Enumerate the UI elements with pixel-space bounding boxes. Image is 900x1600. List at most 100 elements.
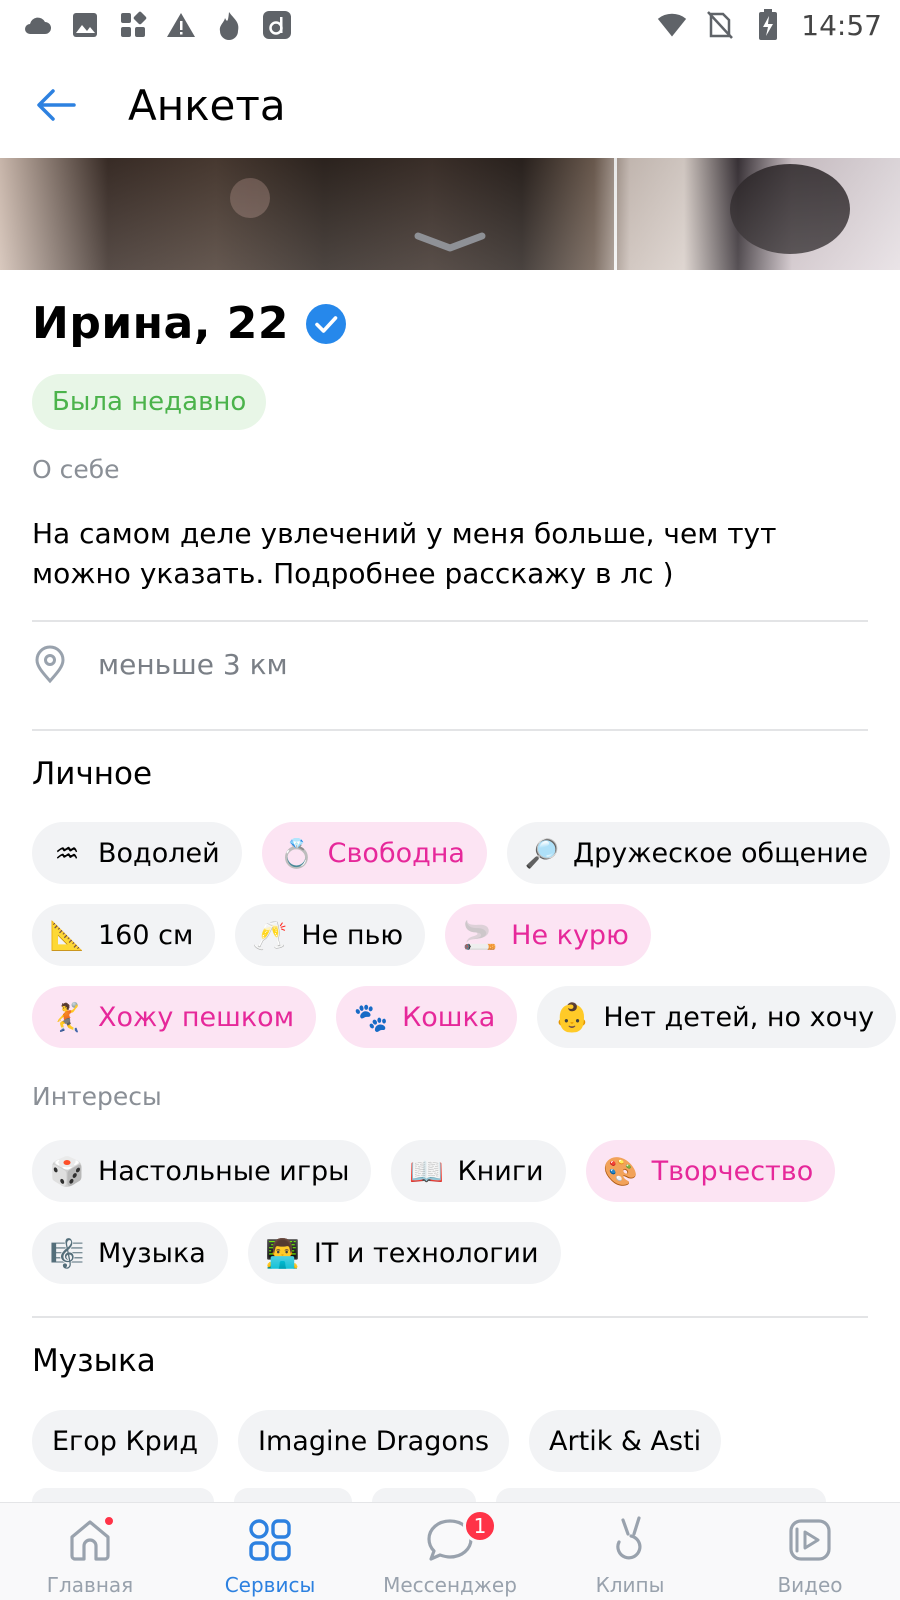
divider — [32, 729, 868, 731]
cloud-icon — [22, 10, 52, 40]
interest-chip[interactable]: 🎼 Музыка — [32, 1222, 228, 1284]
music-chips-row: Егор Крид Imagine Dragons Artik & Asti — [32, 1410, 722, 1472]
personal-chips-row-3: 🤾 Хожу пешком 🐾 Кошка 👶 Нет детей, но хо… — [32, 986, 897, 1048]
location-pin-icon — [35, 645, 65, 684]
personal-chip[interactable]: 🥂 Не пью — [235, 904, 426, 966]
video-icon — [783, 1513, 837, 1567]
personal-chip[interactable]: 👶 Нет детей, но хочу — [537, 986, 897, 1048]
chip-label: Не пью — [301, 919, 404, 951]
cigarette-icon: 🚬 — [462, 918, 498, 952]
chip-label: Настольные игры — [98, 1155, 350, 1187]
music-artist-chip-partial[interactable] — [234, 1488, 352, 1502]
apps-icon — [118, 10, 148, 40]
status-bar: 14:57 — [0, 0, 900, 50]
services-grid-icon — [243, 1513, 297, 1567]
back-button[interactable] — [26, 75, 86, 135]
profile-name-age: Ирина, 22 — [32, 298, 290, 349]
person-walking-icon: 🤾 — [49, 1000, 85, 1034]
tab-label: Сервисы — [224, 1573, 316, 1597]
music-section-title: Музыка — [32, 1343, 156, 1379]
home-icon — [63, 1513, 117, 1567]
interests-label: Интересы — [32, 1082, 162, 1111]
app-header: Анкета — [0, 62, 900, 148]
tab-messenger[interactable]: 1 Мессенджер — [360, 1503, 540, 1600]
wifi-icon — [657, 10, 687, 40]
battery-charging-icon — [753, 9, 783, 40]
dice-icon: 🎲 — [49, 1154, 85, 1188]
chip-label: Кошка — [402, 1001, 496, 1033]
image-icon — [70, 10, 100, 40]
chip-label: Нет детей, но хочу — [603, 1001, 875, 1033]
personal-chip[interactable]: 💍 Свободна — [261, 822, 487, 884]
tab-clips[interactable]: Клипы — [540, 1503, 720, 1600]
ruler-icon: 📐 — [49, 918, 85, 952]
personal-chips-row-2: 📐 160 см 🥂 Не пью 🚬 Не курю — [32, 904, 651, 966]
distance-text: меньше 3 км — [98, 647, 288, 681]
personal-chip[interactable]: ♒ Водолей — [32, 822, 242, 884]
music-artist-chip-partial[interactable] — [496, 1488, 826, 1502]
chevron-down-icon[interactable] — [412, 228, 488, 256]
chip-label: 160 см — [98, 919, 194, 951]
chip-label: Дружеское общение — [572, 837, 869, 869]
divider — [32, 620, 868, 622]
book-icon: 📖 — [409, 1154, 444, 1188]
verified-check-icon — [306, 303, 347, 344]
tab-video[interactable]: Видео — [720, 1503, 900, 1600]
chip-label: Водолей — [98, 837, 220, 869]
notification-dot — [103, 1515, 115, 1527]
palette-icon: 🎨 — [603, 1154, 639, 1188]
tab-label: Видео — [777, 1573, 843, 1597]
music-artist-chip[interactable]: Егор Крид — [32, 1410, 219, 1472]
interests-chips-row-1: 🎲 Настольные игры 📖 Книги 🎨 Творчество — [32, 1140, 836, 1202]
page-title: Анкета — [128, 80, 286, 130]
chip-label: Творчество — [651, 1155, 814, 1187]
online-status-badge: Была недавно — [32, 374, 267, 430]
ring-icon: 💍 — [279, 836, 315, 870]
glasses-icon: 🥂 — [252, 918, 288, 952]
personal-chips-row-1: ♒ Водолей 💍 Свободна 🔎 Дружеское общение — [32, 822, 891, 884]
personal-chip[interactable]: 📐 160 см — [32, 904, 216, 966]
status-bar-notifications — [22, 10, 292, 40]
paw-icon: 🐾 — [353, 1000, 389, 1034]
interest-chip[interactable]: 🎲 Настольные игры — [32, 1140, 372, 1202]
about-text: На самом деле увлечений у меня больше, ч… — [32, 517, 777, 590]
interest-chip[interactable]: 👨‍💻 IT и технологии — [247, 1222, 561, 1284]
tab-label: Главная — [46, 1573, 134, 1597]
clips-icon — [603, 1513, 657, 1567]
chip-label: Книги — [457, 1155, 544, 1187]
status-bar-system: 14:57 — [657, 9, 882, 42]
unread-badge: 1 — [463, 1509, 497, 1543]
personal-chip[interactable]: 🤾 Хожу пешком — [32, 986, 317, 1048]
music-artist-chip[interactable]: Imagine Dragons — [238, 1410, 510, 1472]
flame-icon — [214, 10, 244, 40]
music-artist-chip[interactable]: Artik & Asti — [529, 1410, 722, 1472]
messenger-icon: 1 — [423, 1509, 497, 1567]
profile-name-row: Ирина, 22 — [32, 298, 347, 349]
arrow-left-icon — [37, 89, 76, 121]
music-artist-chip-partial[interactable] — [372, 1488, 476, 1502]
personal-chip[interactable]: 🚬 Не курю — [445, 904, 651, 966]
technologist-icon: 👨‍💻 — [265, 1236, 301, 1270]
chip-label: Музыка — [98, 1237, 206, 1269]
tab-services[interactable]: Сервисы — [180, 1503, 360, 1600]
about-label: О себе — [32, 455, 120, 484]
tab-label: Клипы — [595, 1573, 665, 1597]
personal-chip[interactable]: 🐾 Кошка — [336, 986, 518, 1048]
chip-label: Не курю — [511, 919, 629, 951]
d-app-icon — [262, 10, 292, 40]
music-artist-chip-partial[interactable] — [32, 1488, 214, 1502]
tab-home[interactable]: Главная — [0, 1503, 180, 1600]
clock: 14:57 — [801, 8, 882, 42]
chip-label: Свободна — [327, 837, 465, 869]
warning-icon — [166, 10, 196, 40]
magnifier-icon: 🔎 — [524, 836, 560, 870]
interest-chip[interactable]: 🎨 Творчество — [585, 1140, 836, 1202]
aquarius-icon: ♒ — [54, 836, 80, 870]
personal-chip[interactable]: 🔎 Дружеское общение — [506, 822, 891, 884]
music-score-icon: 🎼 — [49, 1236, 85, 1270]
chip-label: Хожу пешком — [98, 1001, 295, 1033]
interest-chip[interactable]: 📖 Книги — [391, 1140, 566, 1202]
interests-chips-row-2: 🎼 Музыка 👨‍💻 IT и технологии — [32, 1222, 561, 1284]
divider — [32, 1316, 868, 1318]
tab-label: Мессенджер — [383, 1573, 517, 1597]
